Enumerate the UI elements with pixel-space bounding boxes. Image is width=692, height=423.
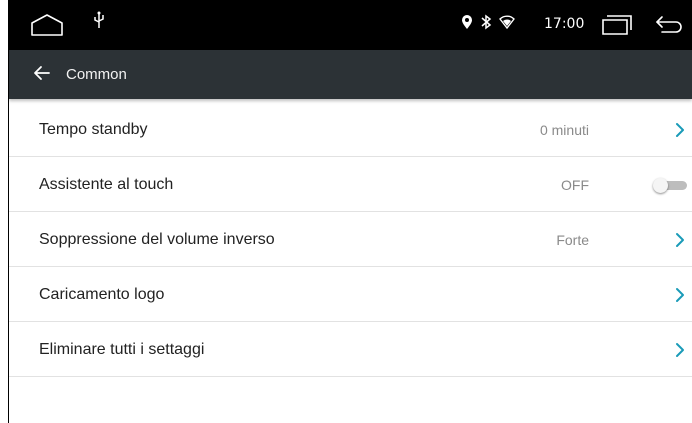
chevron-right-icon[interactable] bbox=[675, 122, 685, 143]
page-title: Common bbox=[66, 66, 127, 83]
toggle-knob bbox=[653, 178, 668, 193]
usb-icon bbox=[93, 11, 105, 34]
status-icons bbox=[461, 14, 515, 35]
setting-value: 0 minuti bbox=[539, 122, 589, 138]
recents-icon[interactable] bbox=[601, 14, 633, 41]
chevron-right-icon[interactable] bbox=[675, 232, 685, 253]
toggle-switch[interactable] bbox=[653, 178, 687, 193]
bluetooth-icon bbox=[479, 14, 493, 35]
chevron-right-icon[interactable] bbox=[675, 342, 685, 363]
home-icon[interactable] bbox=[30, 13, 64, 42]
setting-label: Tempo standby bbox=[39, 121, 148, 138]
setting-row-standby-time[interactable]: Tempo standby 0 minuti bbox=[9, 102, 692, 157]
location-icon bbox=[461, 14, 473, 35]
app-bar: Common bbox=[9, 50, 692, 99]
setting-row-logo-upload[interactable]: Caricamento logo bbox=[9, 267, 692, 322]
setting-value: Forte bbox=[556, 232, 589, 248]
wifi-icon bbox=[499, 14, 515, 35]
setting-label: Eliminare tutti i settaggi bbox=[39, 341, 205, 358]
setting-row-reset-all[interactable]: Eliminare tutti i settaggi bbox=[9, 322, 692, 377]
setting-label: Assistente al touch bbox=[39, 176, 174, 193]
settings-list: Tempo standby 0 minuti Assistente al tou… bbox=[9, 102, 692, 377]
left-frame-edge bbox=[8, 0, 9, 423]
setting-row-reverse-volume[interactable]: Soppressione del volume inverso Forte bbox=[9, 212, 692, 267]
setting-label: Caricamento logo bbox=[39, 286, 165, 303]
back-icon[interactable] bbox=[654, 13, 684, 42]
setting-label: Soppressione del volume inverso bbox=[39, 231, 275, 248]
status-bar: 17:00 bbox=[9, 0, 692, 50]
arrow-left-icon[interactable] bbox=[33, 64, 51, 87]
clock-time: 17:00 bbox=[544, 16, 585, 32]
chevron-right-icon[interactable] bbox=[675, 287, 685, 308]
setting-row-touch-assistant[interactable]: Assistente al touch OFF bbox=[9, 157, 692, 212]
setting-value: OFF bbox=[561, 177, 589, 193]
